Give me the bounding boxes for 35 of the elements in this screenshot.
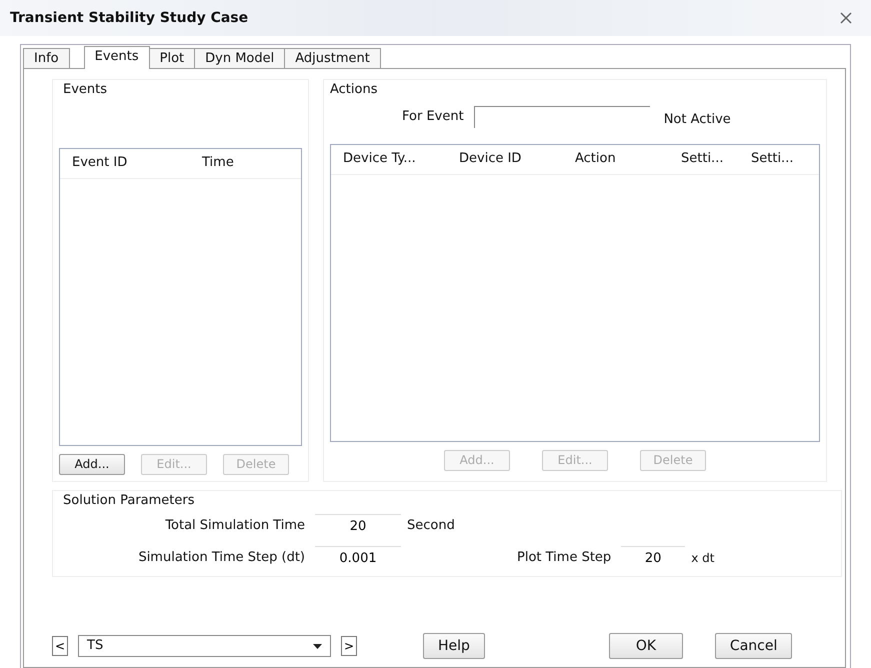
column-header[interactable]: Device Ty... (331, 149, 447, 169)
field-label: Plot Time Step (517, 549, 612, 568)
unit-text: x dt (691, 550, 714, 567)
cancel-button[interactable]: Cancel (714, 633, 792, 659)
column-header[interactable]: Action (563, 149, 669, 169)
column-header[interactable]: Setti... (739, 149, 819, 169)
help-button[interactable]: Help (423, 633, 485, 659)
action-list[interactable]: Device Ty... Device ID Action Setti... Setti... (330, 144, 820, 442)
tab[interactable]: Info (23, 48, 70, 68)
tab[interactable]: Adjustment (284, 48, 381, 68)
group-title: Events (63, 81, 108, 99)
event-field[interactable] (474, 106, 650, 128)
tab[interactable]: Dyn Model (194, 48, 286, 68)
field-label: Simulation Time Step (dt) (137, 549, 305, 568)
group-title: Solution Parameters (63, 492, 196, 510)
tab[interactable]: Events (84, 46, 150, 69)
column-header[interactable]: Time (190, 153, 270, 173)
next-button[interactable]: > (341, 636, 357, 656)
unit-text: Second (407, 517, 455, 536)
tab[interactable]: Plot (148, 48, 196, 68)
event-list[interactable]: Event ID Time (59, 148, 302, 446)
action-button[interactable]: Add... (59, 454, 125, 474)
close-icon[interactable] (839, 12, 853, 24)
previous-button[interactable]: < (52, 636, 68, 656)
ok-button[interactable]: OK (608, 633, 683, 659)
caret-icon (313, 644, 322, 648)
window-title: Transient Stability Study Case (10, 8, 248, 28)
field-label: For Event (402, 108, 464, 126)
case-dropdown[interactable]: TS (78, 635, 331, 657)
field-label: Total Simulation Time (164, 517, 305, 536)
column-header[interactable]: Device ID (447, 149, 563, 169)
column-header[interactable]: Event ID (60, 153, 190, 173)
status-text: Not Active (664, 110, 731, 129)
group-title: Actions (330, 81, 378, 99)
column-header[interactable]: Setti... (669, 149, 739, 169)
